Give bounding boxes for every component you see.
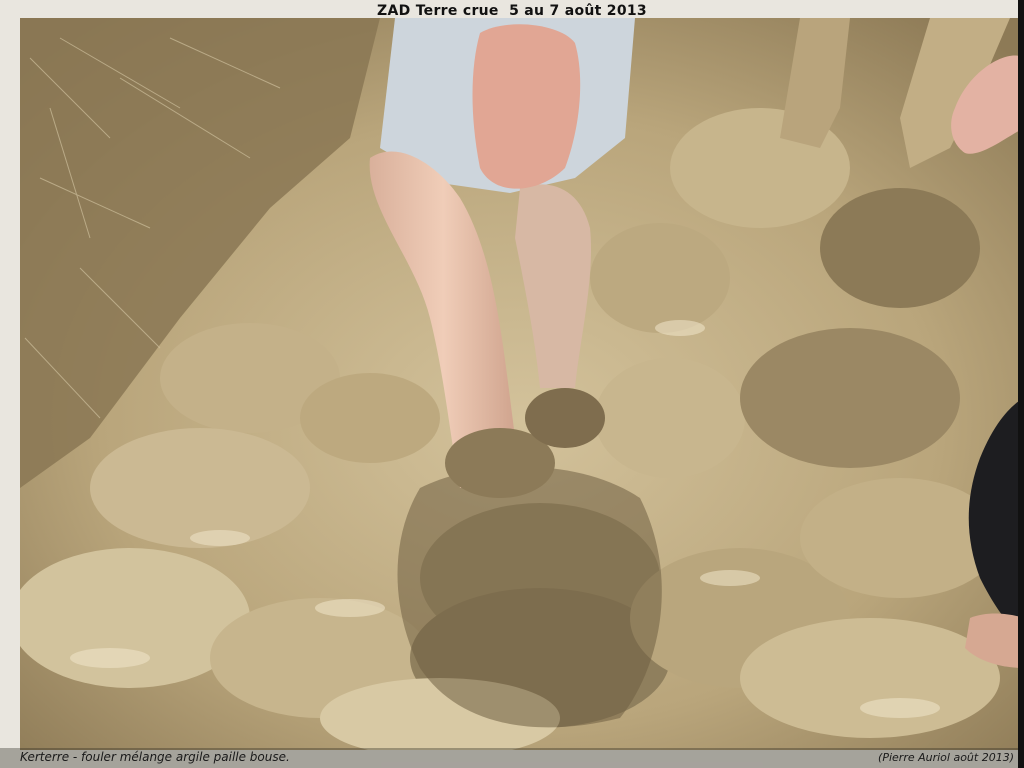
photo: [20, 18, 1024, 750]
hand-on-knee: [472, 24, 581, 189]
photo-title: ZAD Terre crue 5 au 7 août 2013: [377, 3, 647, 19]
photo-caption: Kerterre - fouler mélange argile paille …: [20, 750, 290, 764]
frame-edge: [1018, 0, 1024, 768]
right-foot-in-mud: [525, 388, 605, 448]
mud-scene-illustration: [20, 18, 1024, 750]
shadow: [397, 466, 662, 728]
photo-credit: (Pierre Auriol août 2013): [878, 751, 1014, 764]
photo-frame: ZAD Terre crue 5 au 7 août 2013 Kerterre…: [0, 0, 1024, 768]
